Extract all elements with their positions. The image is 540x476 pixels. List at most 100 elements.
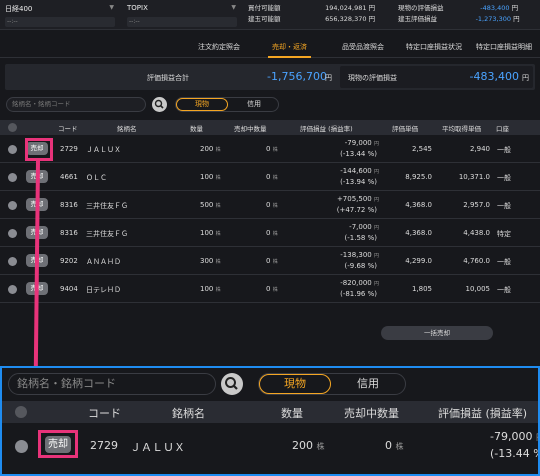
tab-delivery[interactable]: 品受品渡照会 (342, 42, 384, 52)
current-price: 4,368.0 (405, 229, 432, 237)
column-header: 数量 (190, 125, 203, 133)
column-header: 売却中数量 (234, 125, 267, 133)
table-row: 売却8316三井住友ＦＧ500 株0 株+705,500 円(+47.72 %)… (0, 192, 540, 219)
index-selector-2[interactable]: TOPIX ▼ --:-- (124, 2, 240, 28)
selling-quantity: 0 株 (266, 257, 278, 265)
selling-value: 0 (266, 173, 271, 181)
toggle-margin[interactable]: 信用 (228, 98, 280, 111)
unit-label: 円 (373, 197, 379, 203)
row-select-radio[interactable] (8, 257, 17, 266)
stock-name: ＯＬＣ (86, 174, 107, 182)
quantity-value: 200 (200, 145, 214, 153)
stock-name: 三井住友ＦＧ (86, 202, 128, 210)
selling-quantity: 0 株 (266, 173, 278, 181)
sell-button[interactable]: 売却 (45, 436, 71, 453)
unit-label: 円 (522, 74, 529, 82)
stock-code: 2729 (90, 439, 118, 452)
search-button[interactable] (221, 373, 243, 395)
stock-name: ＪＡＬＵＸ (86, 146, 121, 154)
index-selector-1[interactable]: 日経400 ▼ --:-- (2, 2, 118, 28)
account-balance: 買付可能額 194,024,981 円 建玉可能額 656,328,370 円 (248, 3, 388, 25)
select-all-radio[interactable] (15, 406, 27, 418)
unit-label: 株 (272, 147, 278, 153)
selling-quantity: 0 株 (266, 285, 278, 293)
unit-label: 株 (272, 175, 278, 181)
tab-specific-account-status[interactable]: 特定口座損益状況 (406, 42, 462, 52)
margin-power-label: 建玉可能額 (248, 15, 281, 23)
pnl-rate: (-1.58 %) (344, 234, 377, 242)
account-type-toggle: 現物 信用 (258, 373, 406, 395)
unit-label: 円 (373, 225, 379, 231)
unit-label: 株 (272, 259, 278, 265)
index-name: TOPIX (127, 4, 148, 12)
stock-name: 三井住友ＦＧ (86, 230, 128, 238)
unit-label: 円 (536, 433, 538, 442)
table-header: コード 銘柄名 数量 売却中数量 評価損益 (損益率) 評価単価 平均取得単価 … (0, 120, 540, 135)
tab-sell-repay[interactable]: 売却・返済 (268, 42, 311, 58)
account-type-toggle: 現物 信用 (175, 97, 279, 112)
quantity: 200 株 (200, 145, 221, 153)
unit-label: 円 (373, 281, 379, 287)
table-row: 売却8316三井住友ＦＧ100 株0 株-7,000 円(-1.58 %)4,3… (0, 220, 540, 247)
tab-bar: 注文約定照会 売却・返済 品受品渡照会 特定口座損益状況 特定口座損益明細 (0, 38, 540, 58)
toggle-spot[interactable]: 現物 (259, 374, 331, 394)
tab-specific-account-detail[interactable]: 特定口座損益明細 (476, 42, 532, 52)
current-price: 8,925.0 (405, 173, 432, 181)
toggle-spot[interactable]: 現物 (176, 98, 228, 111)
pnl-value: -7,000 円 (349, 223, 379, 231)
current-price: 4,368.0 (405, 201, 432, 209)
pnl-amount: -79,000 (490, 430, 533, 443)
quantity-value: 300 (200, 257, 214, 265)
pnl-value: -138,300 円 (340, 251, 379, 259)
current-price: 1,805 (411, 285, 432, 293)
row-select-radio[interactable] (8, 145, 17, 154)
pnl-rate: (-81.96 %) (340, 290, 377, 298)
chevron-down-icon: ▼ (109, 4, 114, 11)
quantity: 500 株 (200, 201, 221, 209)
table-row: 売却4661ＯＬＣ100 株0 株-144,600 円(-13.94 %)8,9… (0, 164, 540, 191)
pnl-rate: (-13.44 %) (340, 150, 377, 158)
unit-label: 株 (215, 147, 221, 153)
buying-power-value: 194,024,981 (325, 4, 367, 12)
pnl-summary-panel: 評価損益合計 -1,756,700 円 現物の評価損益 -483,400 円 (5, 64, 535, 90)
table-row: 売却 2729 ＪＡＬＵＸ 200 株 0 株 -79,000 円 (-13.4… (2, 423, 538, 474)
stock-name: ＪＡＬＵＸ (130, 441, 185, 454)
row-select-radio[interactable] (8, 285, 17, 294)
stock-code: 9202 (60, 257, 78, 265)
account-type: 一般 (497, 202, 511, 210)
toggle-margin[interactable]: 信用 (331, 374, 405, 394)
search-input[interactable]: 銘柄名・銘柄コード (6, 97, 146, 112)
search-button[interactable] (152, 97, 167, 112)
row-select-radio[interactable] (8, 229, 17, 238)
account-type: 一般 (497, 286, 511, 294)
bulk-sell-button[interactable]: 一括売却 (381, 326, 493, 340)
current-price: 4,299.0 (405, 257, 432, 265)
index-name: 日経400 (5, 5, 33, 13)
search-icon (154, 99, 164, 109)
stock-code: 8316 (60, 229, 78, 237)
row-select-radio[interactable] (8, 201, 17, 210)
pnl-value: -820,000 円 (340, 279, 379, 287)
unit-label: 円 (373, 169, 379, 175)
unit-label: 株 (215, 203, 221, 209)
tab-order-history[interactable]: 注文約定照会 (198, 42, 240, 52)
selling-value: 0 (266, 201, 271, 209)
avg-price: 10,371.0 (458, 173, 490, 181)
selling-quantity: 0 株 (266, 201, 278, 209)
sell-button-highlight: 売却 (38, 430, 78, 458)
stock-code: 9404 (60, 285, 78, 293)
row-select-radio[interactable] (15, 440, 28, 453)
avg-price: 4,438.0 (463, 229, 490, 237)
quantity: 100 株 (200, 285, 221, 293)
unit-label: 円 (368, 15, 376, 23)
select-all-radio[interactable] (8, 123, 17, 132)
selling-value: 0 (266, 285, 271, 293)
selling-value: 0 (266, 145, 271, 153)
pnl-value: -144,600 円 (340, 167, 379, 175)
column-header: コード (58, 125, 78, 133)
pnl-rate: (-9.68 %) (344, 262, 377, 270)
search-input[interactable]: 銘柄名・銘柄コード (8, 373, 216, 395)
trading-app: 日経400 ▼ --:-- TOPIX ▼ --:-- 買付可能額 194,024… (0, 0, 540, 366)
quantity: 300 株 (200, 257, 221, 265)
row-select-radio[interactable] (8, 173, 17, 182)
